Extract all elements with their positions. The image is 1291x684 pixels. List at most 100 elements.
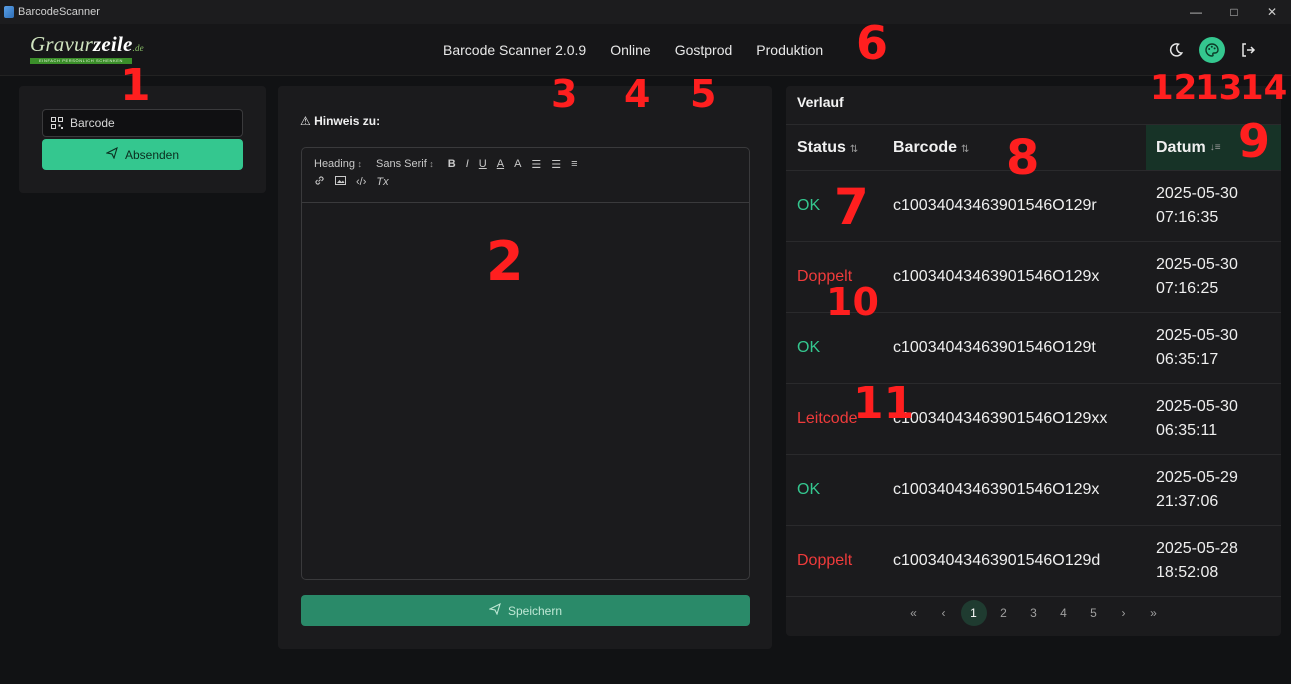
sort-icon: ⇅ xyxy=(849,143,859,155)
logo-main: Gravur xyxy=(30,32,94,56)
image-icon[interactable] xyxy=(335,175,346,189)
clear-format-icon[interactable]: Tx xyxy=(376,176,388,188)
send-label: Absenden xyxy=(124,147,180,162)
status-cell: Doppelt xyxy=(797,552,853,569)
send-button[interactable]: Absenden xyxy=(42,139,243,170)
date-value: 2025-05-30 xyxy=(1156,256,1238,273)
history-panel: Verlauf Status ⇅ Barcode ⇅ Datum ↓≡ OK c1003… xyxy=(786,86,1281,636)
palette-icon[interactable] xyxy=(1199,37,1225,63)
page-button[interactable]: 5 xyxy=(1081,600,1107,626)
rich-text-editor[interactable]: Heading Sans Serif B I U A A ☰ ☰ ≡ ‹/› T xyxy=(301,147,750,580)
date-cell: 2025-05-28 18:52:08 xyxy=(1146,537,1281,585)
date-cell: 2025-05-30 07:16:35 xyxy=(1146,182,1281,230)
bold-button[interactable]: B xyxy=(448,158,456,170)
maximize-button[interactable]: □ xyxy=(1215,0,1253,24)
window-titlebar: BarcodeScanner — □ ✕ xyxy=(0,0,1291,24)
column-barcode[interactable]: Barcode ⇅ xyxy=(883,139,1146,157)
time-value: 18:52:08 xyxy=(1156,564,1219,581)
date-value: 2025-05-30 xyxy=(1156,327,1238,344)
save-label: Speichern xyxy=(507,603,563,618)
link-icon[interactable] xyxy=(314,175,325,189)
font-select[interactable]: Sans Serif xyxy=(376,158,434,170)
table-row[interactable]: OK c10034043463901546O129r 2025-05-30 07:16… xyxy=(786,171,1281,242)
logo-suffix: .de xyxy=(132,43,144,53)
date-value: 2025-05-30 xyxy=(1156,185,1238,202)
logo[interactable]: Gravurzeile.de EINFACH PERSÖNLICH SCHENK… xyxy=(30,32,144,68)
nav-app-version[interactable]: Barcode Scanner 2.0.9 xyxy=(443,42,586,58)
sort-icon: ⇅ xyxy=(961,143,970,155)
window-controls: — □ ✕ xyxy=(1177,0,1291,24)
next-page-button[interactable]: › xyxy=(1111,600,1137,626)
nav-gostprod[interactable]: Gostprod xyxy=(675,42,733,58)
background-color-button[interactable]: A xyxy=(514,158,521,170)
status-cell: OK xyxy=(797,197,821,214)
send-icon xyxy=(488,602,501,618)
history-title: Verlauf xyxy=(797,94,844,110)
sort-descending-icon: ↓≡ xyxy=(1209,142,1221,153)
nav-produktion[interactable]: Produktion xyxy=(756,42,823,58)
hint-panel: ⚠ Hinweis zu: Heading Sans Serif B I U A… xyxy=(278,86,772,649)
qr-code-icon xyxy=(51,117,63,129)
history-table: Status ⇅ Barcode ⇅ Datum ↓≡ OK c100340434639… xyxy=(786,124,1281,597)
ordered-list-button[interactable]: ☰ xyxy=(531,158,541,171)
app-header: Gravurzeile.de EINFACH PERSÖNLICH SCHENK… xyxy=(0,24,1291,76)
last-page-button[interactable]: » xyxy=(1141,600,1167,626)
text-color-button[interactable]: A xyxy=(497,158,504,170)
minimize-button[interactable]: — xyxy=(1177,0,1215,24)
barcode-cell: c10034043463901546O129x xyxy=(893,481,1100,498)
moon-icon[interactable] xyxy=(1163,37,1189,63)
date-cell: 2025-05-30 06:35:17 xyxy=(1146,324,1281,372)
logo-tagline: EINFACH PERSÖNLICH SCHENKEN xyxy=(30,58,132,64)
close-button[interactable]: ✕ xyxy=(1253,0,1291,24)
logo-bold: zeile xyxy=(93,32,133,56)
time-value: 21:37:06 xyxy=(1156,493,1219,510)
nav-online[interactable]: Online xyxy=(610,42,650,58)
column-date[interactable]: Datum ↓≡ xyxy=(1146,125,1281,170)
align-button[interactable]: ≡ xyxy=(571,158,577,170)
column-status[interactable]: Status ⇅ xyxy=(786,139,883,157)
time-value: 06:35:11 xyxy=(1156,422,1218,439)
barcode-cell: c10034043463901546O129r xyxy=(893,197,1097,214)
bullet-list-button[interactable]: ☰ xyxy=(551,158,561,171)
time-value: 06:35:17 xyxy=(1156,351,1219,368)
barcode-input[interactable]: Barcode xyxy=(42,109,243,137)
prev-page-button[interactable]: ‹ xyxy=(931,600,957,626)
heading-select[interactable]: Heading xyxy=(314,158,362,170)
editor-toolbar: Heading Sans Serif B I U A A ☰ ☰ ≡ ‹/› T xyxy=(302,148,749,203)
date-cell: 2025-05-30 06:35:11 xyxy=(1146,395,1281,443)
page-button[interactable]: 3 xyxy=(1021,600,1047,626)
code-icon[interactable]: ‹/› xyxy=(356,176,366,188)
app-icon xyxy=(4,6,14,18)
barcode-placeholder: Barcode xyxy=(70,116,115,130)
barcode-panel: Barcode Absenden xyxy=(19,86,266,193)
barcode-cell: c10034043463901546O129t xyxy=(893,339,1096,356)
page-button[interactable]: 2 xyxy=(991,600,1017,626)
italic-button[interactable]: I xyxy=(466,158,469,170)
save-button[interactable]: Speichern xyxy=(301,595,750,626)
header-actions xyxy=(1153,37,1261,63)
barcode-cell: c10034043463901546O129d xyxy=(893,552,1101,569)
table-row[interactable]: OK c10034043463901546O129t 2025-05-30 06:35… xyxy=(786,313,1281,384)
table-row[interactable]: Doppelt c10034043463901546O129x 2025-05-30… xyxy=(786,242,1281,313)
status-cell: Leitcode xyxy=(797,410,858,427)
table-row[interactable]: Leitcode c10034043463901546O129xx 2025-05-… xyxy=(786,384,1281,455)
barcode-cell: c10034043463901546O129xx xyxy=(893,410,1108,427)
pagination: « ‹ 1 2 3 4 5 › » xyxy=(786,596,1281,630)
page-button[interactable]: 4 xyxy=(1051,600,1077,626)
date-cell: 2025-05-30 07:16:25 xyxy=(1146,253,1281,301)
table-row[interactable]: OK c10034043463901546O129x 2025-05-29 21:37… xyxy=(786,455,1281,526)
status-cell: OK xyxy=(797,481,821,498)
page-button[interactable]: 1 xyxy=(960,600,987,626)
date-value: 2025-05-28 xyxy=(1156,540,1238,557)
logout-icon[interactable] xyxy=(1235,37,1261,63)
status-cell: OK xyxy=(797,339,821,356)
first-page-button[interactable]: « xyxy=(901,600,927,626)
table-row[interactable]: Doppelt c10034043463901546O129d 2025-05-28… xyxy=(786,526,1281,597)
underline-button[interactable]: U xyxy=(479,158,487,170)
hint-title: ⚠ Hinweis zu: xyxy=(300,114,381,128)
barcode-cell: c10034043463901546O129x xyxy=(893,268,1100,285)
status-cell: Doppelt xyxy=(797,268,853,285)
time-value: 07:16:25 xyxy=(1156,280,1219,297)
send-icon xyxy=(105,146,118,162)
date-value: 2025-05-30 xyxy=(1156,398,1238,415)
